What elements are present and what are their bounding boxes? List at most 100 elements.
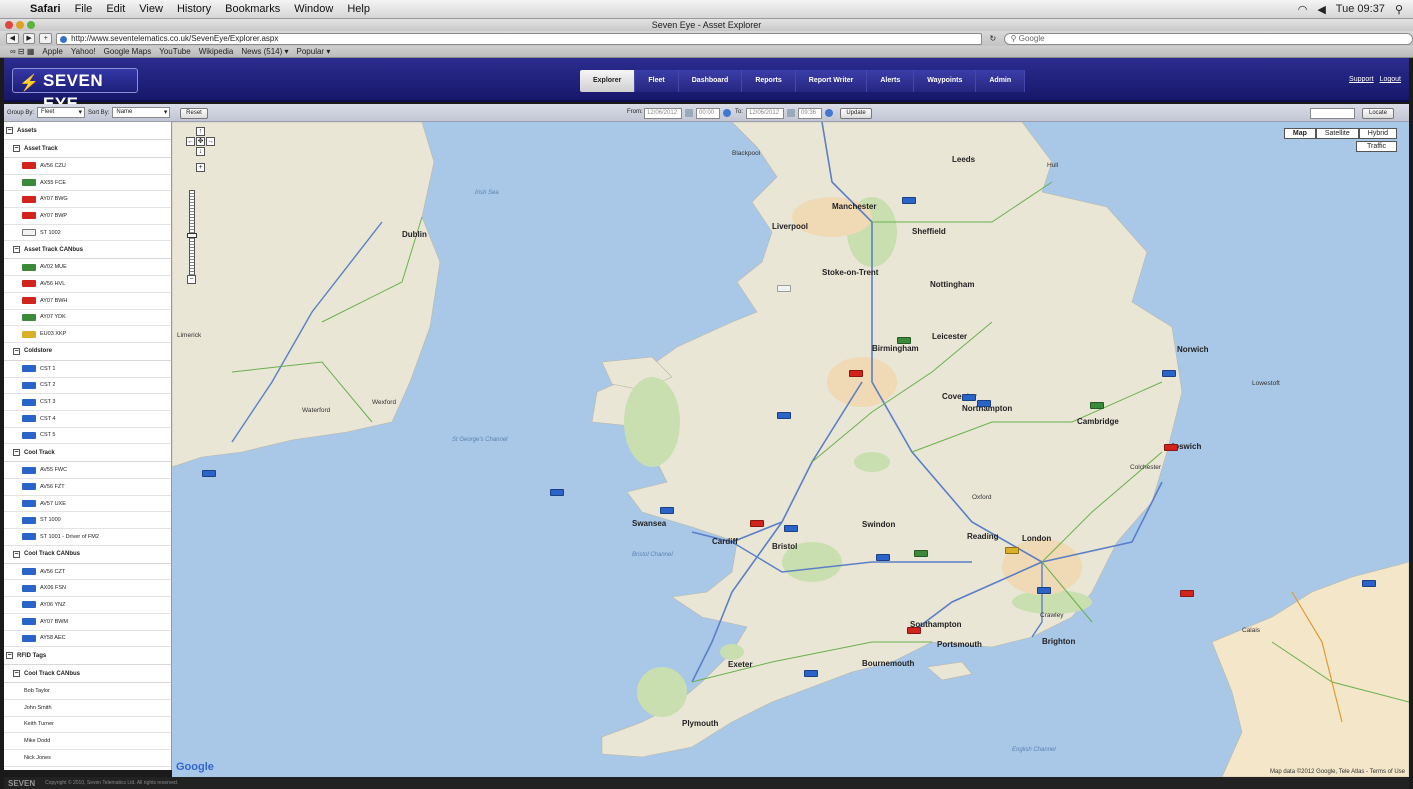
asset-row[interactable]: AY07 BWH [4,293,171,310]
back-button[interactable]: ◀ [6,33,19,44]
tab-dashboard[interactable]: Dashboard [678,70,743,92]
vehicle-marker[interactable] [1005,547,1019,554]
to-date-input[interactable]: 12/06/2012 [746,108,784,119]
vehicle-marker[interactable] [1162,370,1176,377]
wifi-icon[interactable]: ◠ [1298,3,1308,16]
bookmark-yahoo[interactable]: Yahoo! [71,47,96,56]
reload-icon[interactable]: ↻ [986,34,1000,43]
rfid-group[interactable]: − Cool Track CANbus [4,665,171,684]
asset-row[interactable]: AY07 BWM [4,614,171,631]
pan-center-icon[interactable]: ✥ [196,137,205,146]
google-logo[interactable]: Google [176,761,214,773]
clock[interactable]: Tue 09:37 [1336,3,1385,15]
asset-row[interactable]: AV56 CZT [4,564,171,581]
asset-row[interactable]: AV56 FZT [4,479,171,496]
rfid-row[interactable]: John Smith [4,700,171,717]
menu-view[interactable]: View [139,3,163,15]
minimize-window-icon[interactable] [16,21,24,29]
menu-file[interactable]: File [75,3,93,15]
reading-list-icon[interactable]: ∞ ⊟ ▦ [10,47,34,56]
sort-by-select[interactable]: Name [112,107,171,118]
menu-help[interactable]: Help [347,3,370,15]
asset-row[interactable]: AY58 AEC [4,631,171,648]
asset-row[interactable]: AY07 BWP [4,208,171,225]
collapse-icon[interactable]: − [13,347,20,355]
vehicle-marker[interactable] [897,337,911,344]
pan-up-icon[interactable]: ↑ [196,127,205,136]
bookmark-news[interactable]: News (514) ▾ [241,47,288,56]
asset-row[interactable]: CST 5 [4,428,171,445]
tree-group[interactable]: − Asset Track [4,140,171,158]
vehicle-marker[interactable] [750,520,764,527]
add-bookmark-button[interactable]: + [39,33,53,44]
vehicle-marker[interactable] [1037,587,1051,594]
tree-group[interactable]: − Coldstore [4,343,171,361]
close-window-icon[interactable] [5,21,13,29]
volume-icon[interactable]: ◀ [1317,3,1325,16]
menu-window[interactable]: Window [294,3,333,15]
tree-root-assets[interactable]: − Assets [4,122,171,140]
asset-row[interactable]: CST 4 [4,411,171,428]
asset-row[interactable]: CST 1 [4,361,171,378]
asset-row[interactable]: AX55 FCE [4,175,171,192]
asset-row[interactable]: EU03 XKP [4,326,171,343]
vehicle-marker[interactable] [902,197,916,204]
rfid-row[interactable]: Mike Dodd [4,733,171,750]
seven-eye-logo[interactable]: ⚡ SEVEN EYE [12,68,138,113]
menu-app[interactable]: Safari [30,3,61,15]
vehicle-marker[interactable] [777,412,791,419]
spotlight-icon[interactable]: ⚲ [1395,3,1403,16]
vehicle-marker[interactable] [777,285,791,292]
rfid-row[interactable]: Bob Taylor [4,683,171,700]
rfid-row[interactable]: Steve Moore [4,767,171,770]
zoom-slider-handle[interactable] [187,233,197,238]
zoom-window-icon[interactable] [27,21,35,29]
support-link[interactable]: Support [1349,76,1374,83]
collapse-icon[interactable]: − [6,652,13,660]
bookmark-apple[interactable]: Apple [42,47,62,56]
tab-admin[interactable]: Admin [976,70,1026,92]
map-type-map[interactable]: Map [1283,128,1316,139]
vehicle-marker[interactable] [804,670,818,677]
to-clock-icon[interactable] [825,109,833,117]
logout-link[interactable]: Logout [1380,76,1401,83]
tree-group[interactable]: − Asset Track CANbus [4,241,171,260]
vehicle-marker[interactable] [784,525,798,532]
tab-fleet[interactable]: Fleet [635,70,679,92]
tab-report-writer[interactable]: Report Writer [795,70,868,92]
asset-row[interactable]: AY07 BWG [4,191,171,209]
collapse-icon[interactable]: − [13,550,20,558]
vehicle-marker[interactable] [1090,402,1104,409]
to-calendar-icon[interactable] [787,109,795,117]
asset-row[interactable]: AV56 CZU [4,158,171,175]
collapse-icon[interactable]: − [13,670,20,678]
vehicle-marker[interactable] [907,627,921,634]
locate-button[interactable]: Locate [1362,108,1394,119]
from-date-input[interactable]: 12/06/2012 [644,108,682,119]
vehicle-marker[interactable] [876,554,890,561]
from-time-input[interactable]: 00:00 [696,108,720,119]
pan-right-icon[interactable]: → [206,137,215,146]
rfid-row[interactable]: Keith Turner [4,717,171,734]
zoom-in-button[interactable]: + [196,163,205,172]
vehicle-marker[interactable] [849,370,863,377]
vehicle-marker[interactable] [1180,590,1194,597]
asset-row[interactable]: AV56 HVL [4,276,171,293]
pan-left-icon[interactable]: ← [186,137,195,146]
traffic-button[interactable]: Traffic [1356,141,1397,152]
menu-edit[interactable]: Edit [106,3,125,15]
collapse-icon[interactable]: − [13,449,20,457]
pan-down-icon[interactable]: ↓ [196,147,205,156]
bookmark-google-maps[interactable]: Google Maps [104,47,152,56]
map-copyright[interactable]: Map data ©2012 Google, Tele Atlas - Term… [1270,769,1405,775]
tree-root-rfid[interactable]: − RFID Tags [4,647,171,666]
collapse-icon[interactable]: − [13,246,20,254]
vehicle-marker[interactable] [977,400,991,407]
map-type-satellite[interactable]: Satellite [1315,128,1359,139]
tab-waypoints[interactable]: Waypoints [914,70,977,92]
menu-bookmarks[interactable]: Bookmarks [225,3,280,15]
tree-group[interactable]: − Cool Track CANbus [4,546,171,564]
collapse-icon[interactable]: − [13,145,20,152]
from-clock-icon[interactable] [723,109,731,117]
from-calendar-icon[interactable] [685,109,693,117]
